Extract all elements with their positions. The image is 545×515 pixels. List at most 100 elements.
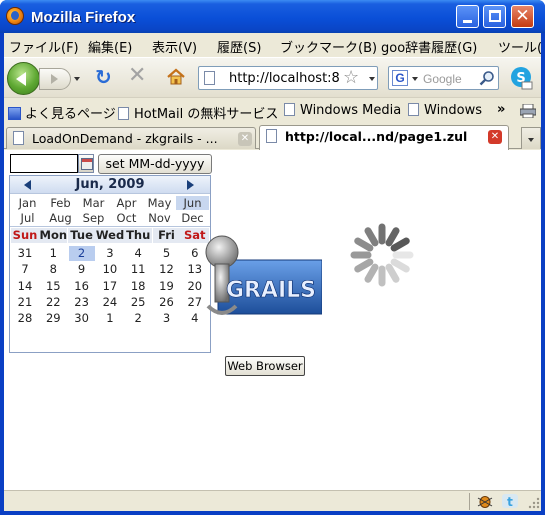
calendar-day[interactable]: 5	[154, 246, 180, 261]
back-button[interactable]	[7, 62, 40, 95]
tab-close-icon[interactable]: ✕	[238, 132, 252, 146]
home-icon[interactable]	[166, 67, 186, 87]
set-format-button[interactable]: set MM-dd-yyyy	[98, 154, 212, 174]
calendar-month[interactable]: Dec	[176, 211, 209, 225]
title-bar[interactable]: Mozilla Firefox ✕	[0, 0, 545, 33]
resize-grip-icon[interactable]	[528, 497, 540, 509]
menu-bookmarks[interactable]: ブックマーク(B)	[280, 37, 377, 56]
minimize-button[interactable]	[456, 5, 479, 28]
calendar-month[interactable]: May	[143, 196, 176, 210]
calendar-day[interactable]: 17	[97, 279, 123, 294]
window-title: Mozilla Firefox	[31, 9, 136, 26]
calendar-month[interactable]: Apr	[110, 196, 143, 210]
calendar-month[interactable]: Jun	[176, 196, 209, 210]
menu-tools[interactable]: ツール(	[498, 37, 542, 56]
calendar-month[interactable]: Jan	[11, 196, 44, 210]
calendar-month[interactable]: Nov	[143, 211, 176, 225]
calendar-month[interactable]: Jul	[11, 211, 44, 225]
calendar-day[interactable]: 22	[40, 295, 66, 310]
calendar-day[interactable]: 29	[40, 311, 66, 326]
calendar-day[interactable]: 24	[97, 295, 123, 310]
calendar-day[interactable]: 28	[12, 311, 38, 326]
search-icon[interactable]	[479, 70, 495, 86]
url-bar[interactable]: http://localhost:8 ☆	[198, 66, 378, 90]
bookmark-star-icon[interactable]: ☆	[343, 67, 359, 89]
calendar-day[interactable]: 4	[125, 246, 151, 261]
date-input[interactable]	[10, 154, 78, 173]
menu-view[interactable]: 表示(V)	[152, 37, 197, 56]
reload-icon[interactable]: ↻	[95, 67, 115, 87]
url-dropdown-icon[interactable]	[369, 77, 375, 81]
calendar-day[interactable]: 19	[154, 279, 180, 294]
bookmark-label: Windows Media	[300, 103, 402, 118]
calendar-day[interactable]: 11	[125, 262, 151, 277]
firebug-icon[interactable]	[477, 494, 493, 508]
calendar-day[interactable]: 10	[97, 262, 123, 277]
calendar-button[interactable]	[78, 154, 94, 173]
calendar-month[interactable]: Sep	[77, 211, 110, 225]
calendar-day[interactable]: 21	[12, 295, 38, 310]
search-input[interactable]: Google	[423, 72, 462, 86]
calendar-month[interactable]: Mar	[77, 196, 110, 210]
bookmark-windows[interactable]: Windows	[408, 103, 482, 118]
calendar-day[interactable]: 9	[69, 262, 95, 277]
menu-goo-history[interactable]: goo辞書履歴(G)	[381, 37, 477, 56]
calendar-day[interactable]: 8	[40, 262, 66, 277]
calendar-day[interactable]: 15	[40, 279, 66, 294]
bookmark-hotmail[interactable]: HotMail の無料サービス	[118, 103, 278, 122]
bookmark-most-visited[interactable]: よく見るページ	[8, 103, 116, 122]
skype-icon[interactable]: S	[509, 66, 533, 90]
logo-text: GRAILS	[226, 278, 316, 303]
calendar-day[interactable]: 14	[12, 279, 38, 294]
calendar-month[interactable]: Aug	[44, 211, 77, 225]
calendar-day[interactable]: 12	[154, 262, 180, 277]
tab-loadondemand[interactable]: LoadOnDemand - zkgrails - ... ✕	[6, 127, 256, 149]
calendar-month[interactable]: Oct	[110, 211, 143, 225]
calendar-month[interactable]: Feb	[44, 196, 77, 210]
tab-close-icon[interactable]: ✕	[488, 130, 502, 144]
prev-month-icon[interactable]	[24, 180, 31, 190]
calendar-day[interactable]: 25	[125, 295, 151, 310]
bookmark-label: Windows	[424, 103, 483, 118]
calendar-weekday: Tue	[67, 228, 96, 243]
menu-edit[interactable]: 編集(E)	[88, 37, 132, 56]
page-icon	[204, 71, 215, 85]
tab-list-button[interactable]	[521, 127, 541, 149]
print-icon[interactable]	[520, 104, 536, 118]
calendar-day[interactable]: 2	[125, 311, 151, 326]
bookmarks-overflow-chevron[interactable]: »	[497, 102, 505, 117]
web-browser-button[interactable]: Web Browser	[225, 356, 305, 376]
search-bar[interactable]: G Google	[388, 66, 499, 90]
calendar-day[interactable]: 30	[69, 311, 95, 326]
next-month-icon[interactable]	[187, 180, 194, 190]
engine-dropdown-icon[interactable]	[412, 77, 418, 81]
calendar-day[interactable]: 23	[69, 295, 95, 310]
calendar-day[interactable]: 2	[68, 246, 95, 261]
google-engine-icon[interactable]: G	[392, 70, 408, 86]
url-text[interactable]: http://localhost:8	[229, 71, 339, 86]
menu-bar: ファイル(F) 編集(E) 表示(V) 履歴(S) ブックマーク(B) goo辞…	[4, 33, 542, 57]
spinner-bar	[390, 237, 410, 252]
calendar-title: Jun, 2009	[75, 177, 145, 192]
calendar-day[interactable]: 31	[12, 246, 38, 261]
bookmark-windows-media[interactable]: Windows Media	[284, 103, 401, 118]
calendar-day[interactable]: 18	[125, 279, 151, 294]
forward-button[interactable]	[39, 68, 71, 90]
maximize-button[interactable]	[483, 5, 506, 28]
calendar-day[interactable]: 3	[154, 311, 180, 326]
calendar-day[interactable]: 1	[97, 311, 123, 326]
calendar-day[interactable]: 1	[40, 246, 66, 261]
menu-history[interactable]: 履歴(S)	[217, 37, 261, 56]
status-bar: t	[4, 490, 541, 511]
stop-icon[interactable]: ✕	[128, 65, 148, 87]
calendar-day[interactable]: 7	[12, 262, 38, 277]
tab-page1[interactable]: http://local...nd/page1.zul ✕	[259, 125, 509, 150]
calendar-day[interactable]: 3	[97, 246, 123, 261]
calendar-day[interactable]: 16	[69, 279, 95, 294]
tab-list-icon	[528, 138, 534, 142]
menu-file[interactable]: ファイル(F)	[9, 37, 79, 56]
history-dropdown-icon[interactable]	[74, 77, 80, 81]
twitter-icon[interactable]: t	[502, 494, 518, 509]
close-button[interactable]: ✕	[511, 5, 534, 28]
calendar-day[interactable]: 26	[154, 295, 180, 310]
